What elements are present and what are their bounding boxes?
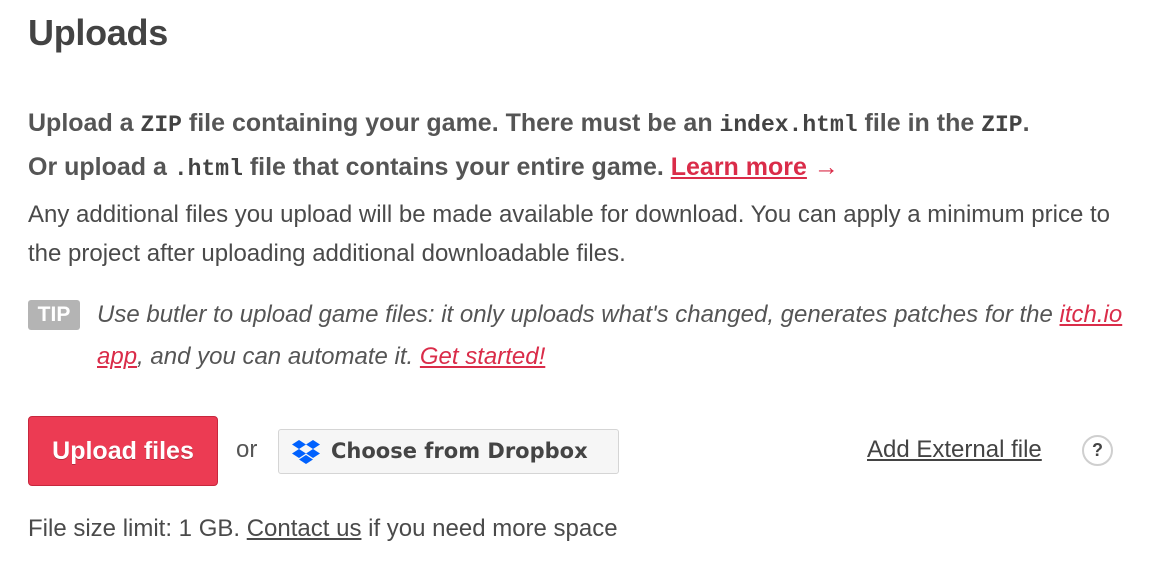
code-zip: ZIP xyxy=(140,112,182,138)
code-html: .html xyxy=(173,156,243,182)
upload-files-button[interactable]: Upload files xyxy=(28,416,218,486)
tip-badge: TIP xyxy=(28,300,80,330)
code-zip: ZIP xyxy=(981,112,1023,138)
intro-text: Or upload a xyxy=(28,153,174,181)
contact-us-link[interactable]: Contact us xyxy=(247,515,362,542)
limit-text: if you need more space xyxy=(361,515,618,542)
file-size-limit: File size limit: 1 GB. Contact us if you… xyxy=(28,515,618,543)
or-label: or xyxy=(236,436,258,463)
tip-text-part: Use butler to upload game files: it only… xyxy=(97,301,1060,328)
intro-text: file containing your game. There must be… xyxy=(181,109,720,137)
tip-text: Use butler to upload game files: it only… xyxy=(97,294,1127,378)
learn-more-link[interactable]: Learn more xyxy=(671,153,807,181)
upload-instructions: Upload a ZIP file containing your game. … xyxy=(28,102,1138,190)
page-title: Uploads xyxy=(28,12,168,53)
intro-text: file that contains your entire game. xyxy=(242,153,671,181)
intro-text: . xyxy=(1022,109,1030,137)
intro-text: file in the xyxy=(857,109,982,137)
help-icon[interactable]: ? xyxy=(1082,435,1113,466)
additional-files-info: Any additional files you upload will be … xyxy=(28,201,1110,267)
upload-actions: Upload files or Choose from Dropbox Add … xyxy=(28,416,1138,486)
code-index-html: index.html xyxy=(719,112,858,138)
intro-text: Upload a xyxy=(28,109,141,137)
dropbox-icon xyxy=(292,440,320,464)
dropbox-button-label: Choose from Dropbox xyxy=(331,439,588,463)
add-external-file-link[interactable]: Add External file xyxy=(867,436,1042,464)
choose-from-dropbox-button[interactable]: Choose from Dropbox xyxy=(278,429,619,474)
arrow-right-icon: → xyxy=(813,153,839,181)
tip-text-part: , and you can automate it. xyxy=(137,343,420,370)
get-started-link[interactable]: Get started! xyxy=(420,343,545,370)
limit-text: File size limit: 1 GB. xyxy=(28,515,247,542)
